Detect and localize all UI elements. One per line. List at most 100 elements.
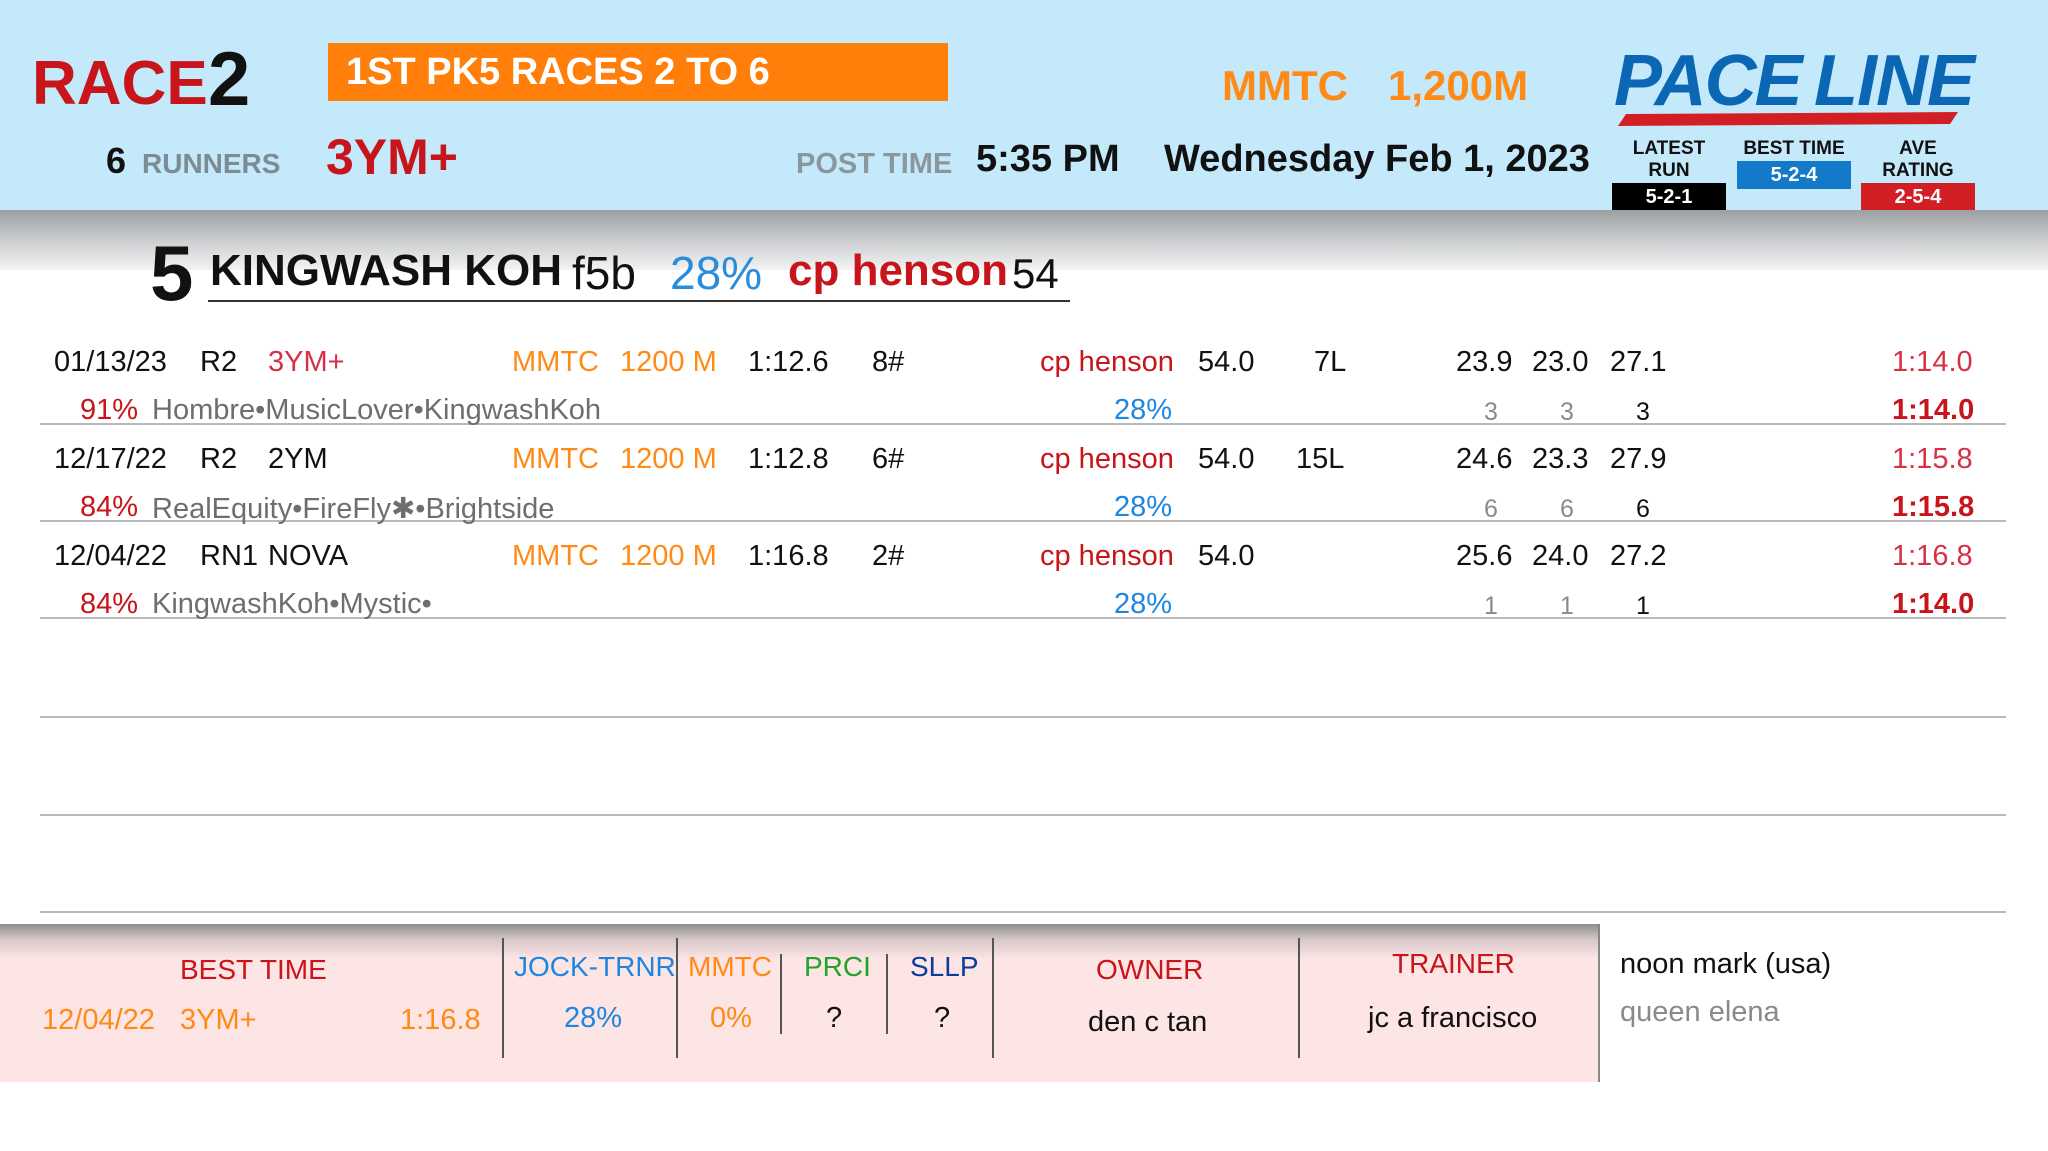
logo-swoosh-icon	[1618, 112, 1958, 126]
runners-label: RUNNERS	[142, 148, 281, 179]
race-finishers: Hombre•MusicLover•KingwashKoh	[152, 394, 602, 426]
mmtc-label: MMTC	[688, 951, 772, 982]
race-final-time: 1:15.8	[1892, 443, 1973, 475]
dam-name: queen elena	[1620, 996, 1780, 1028]
prci-label: PRCI	[804, 951, 871, 982]
horse-sex-color: f5b	[572, 247, 636, 299]
mmtc-value: 0%	[710, 1002, 752, 1034]
empty-row-divider	[40, 814, 2006, 816]
legend-value: 2-5-4	[1861, 183, 1975, 211]
legend-label: LATEST RUN	[1632, 138, 1706, 181]
race-gate: 2#	[872, 540, 905, 572]
race-jockey-pct: 28%	[1114, 394, 1173, 426]
footer-divider	[886, 954, 888, 1034]
legend-label: AVE RATING	[1882, 138, 1954, 181]
race-time: 1:12.8	[748, 443, 829, 475]
empty-row-divider	[40, 911, 2006, 913]
race-distance: 1200 M	[620, 346, 717, 378]
race-position: 3	[1636, 398, 1650, 426]
race-position: 6	[1484, 495, 1498, 523]
sllp-label: SLLP	[910, 951, 979, 982]
race-number: R2	[200, 443, 238, 475]
past-race-row: 12/04/22 RN1 NOVA MMTC 1200 M 1:16.8 2# …	[40, 522, 2006, 620]
trainer-label: TRAINER	[1392, 948, 1515, 979]
race-number: R2	[200, 346, 238, 378]
horse-underline	[208, 300, 1070, 302]
race-date: 01/13/23	[54, 346, 167, 378]
best-time-value: 1:16.8	[400, 1004, 481, 1036]
race-distance: 1200 M	[620, 443, 717, 475]
legend-latest-run: LATEST RUN 5-2-1	[1612, 138, 1726, 211]
footer-divider	[780, 954, 782, 1034]
best-time-date: 12/04/22	[42, 1004, 155, 1036]
race-date: 12/04/22	[54, 540, 167, 572]
race-split: 25.6	[1456, 540, 1513, 572]
race-final-time: 1:16.8	[1892, 540, 1973, 572]
past-race-row: 12/17/22 R2 2YM MMTC 1200 M 1:12.8 6# cp…	[40, 425, 2006, 525]
race-jockey: cp henson	[1040, 540, 1174, 572]
race-split: 23.9	[1456, 346, 1513, 378]
jock-trnr-label: JOCK-TRNR	[514, 951, 676, 982]
legend-label: BEST TIME	[1743, 138, 1845, 159]
race-split: 23.3	[1532, 443, 1589, 475]
footer-divider	[992, 938, 994, 1058]
race-time: 1:16.8	[748, 540, 829, 572]
race-rating: 91%	[80, 394, 139, 426]
race-finishers: KingwashKoh•Mystic•	[152, 588, 432, 620]
race-weight: 54.0	[1198, 443, 1255, 475]
race-distance: 1200 M	[620, 540, 717, 572]
race-jockey-pct: 28%	[1114, 491, 1173, 523]
race-split: 27.2	[1610, 540, 1667, 572]
footer-divider	[676, 938, 678, 1058]
race-best-time: 1:14.0	[1892, 588, 1975, 620]
race-number: RN1	[200, 540, 259, 572]
race-distance: 1,200M	[1388, 62, 1529, 109]
empty-row-divider	[40, 716, 2006, 718]
race-time: 1:12.6	[748, 346, 829, 378]
best-time-class: 3YM+	[180, 1004, 257, 1036]
post-time-label: POST TIME	[796, 148, 953, 180]
race-jockey: cp henson	[1040, 443, 1174, 475]
footer-divider	[1598, 924, 1600, 1082]
legend-value: 5-2-4	[1737, 161, 1851, 189]
race-track: MMTC	[512, 443, 599, 475]
horse-jockey: cp henson	[788, 246, 1009, 295]
horse-name: KINGWASH KOH	[210, 246, 562, 295]
race-gate: 6#	[872, 443, 905, 475]
footer-divider	[1298, 938, 1300, 1058]
race-class: NOVA	[268, 540, 349, 572]
race-age-class: 3YM+	[326, 129, 459, 185]
race-final-time: 1:14.0	[1892, 346, 1973, 378]
past-race-row: 01/13/23 R2 3YM+ MMTC 1200 M 1:12.6 8# c…	[40, 328, 2006, 426]
legend-best-time: BEST TIME 5-2-4	[1737, 138, 1851, 189]
race-jockey-pct: 28%	[1114, 588, 1173, 620]
race-position: 1	[1636, 592, 1650, 620]
race-position: 3	[1560, 398, 1574, 426]
race-position: 6	[1560, 495, 1574, 523]
jock-trnr-value: 28%	[564, 1002, 623, 1034]
race-class: 3YM+	[268, 346, 345, 378]
footer-stats-panel: BEST TIME 12/04/22 3YM+ 1:16.8 JOCK-TRNR…	[0, 924, 1600, 1082]
owner-label: OWNER	[1096, 954, 1204, 985]
best-time-label: BEST TIME	[180, 954, 327, 985]
horse-weight: 54	[1012, 250, 1059, 297]
race-header: RACE 2 1ST PK5 RACES 2 TO 6 6 RUNNERS 3Y…	[0, 0, 2048, 211]
runners-count: 6	[106, 140, 127, 181]
race-track: MMTC	[512, 346, 599, 378]
footer-divider	[502, 938, 504, 1058]
race-split: 24.0	[1532, 540, 1589, 572]
race-date: 12/17/22	[54, 443, 167, 475]
race-best-time: 1:14.0	[1892, 394, 1975, 426]
legend-ave-rating: AVE RATING 2-5-4	[1861, 138, 1975, 211]
logo-line-text: LINE	[1814, 41, 1975, 121]
race-jockey: cp henson	[1040, 346, 1174, 378]
race-split: 27.1	[1610, 346, 1667, 378]
race-best-time: 1:15.8	[1892, 491, 1975, 523]
pk5-banner: 1ST PK5 RACES 2 TO 6	[328, 43, 948, 101]
race-label: RACE	[32, 49, 208, 118]
legend-value: 5-2-1	[1612, 183, 1726, 211]
trainer-value: jc a francisco	[1368, 1002, 1538, 1034]
owner-value: den c tan	[1088, 1006, 1208, 1038]
paceline-logo: PACE LINE	[1614, 40, 1975, 130]
race-margin: 7L	[1314, 346, 1347, 378]
